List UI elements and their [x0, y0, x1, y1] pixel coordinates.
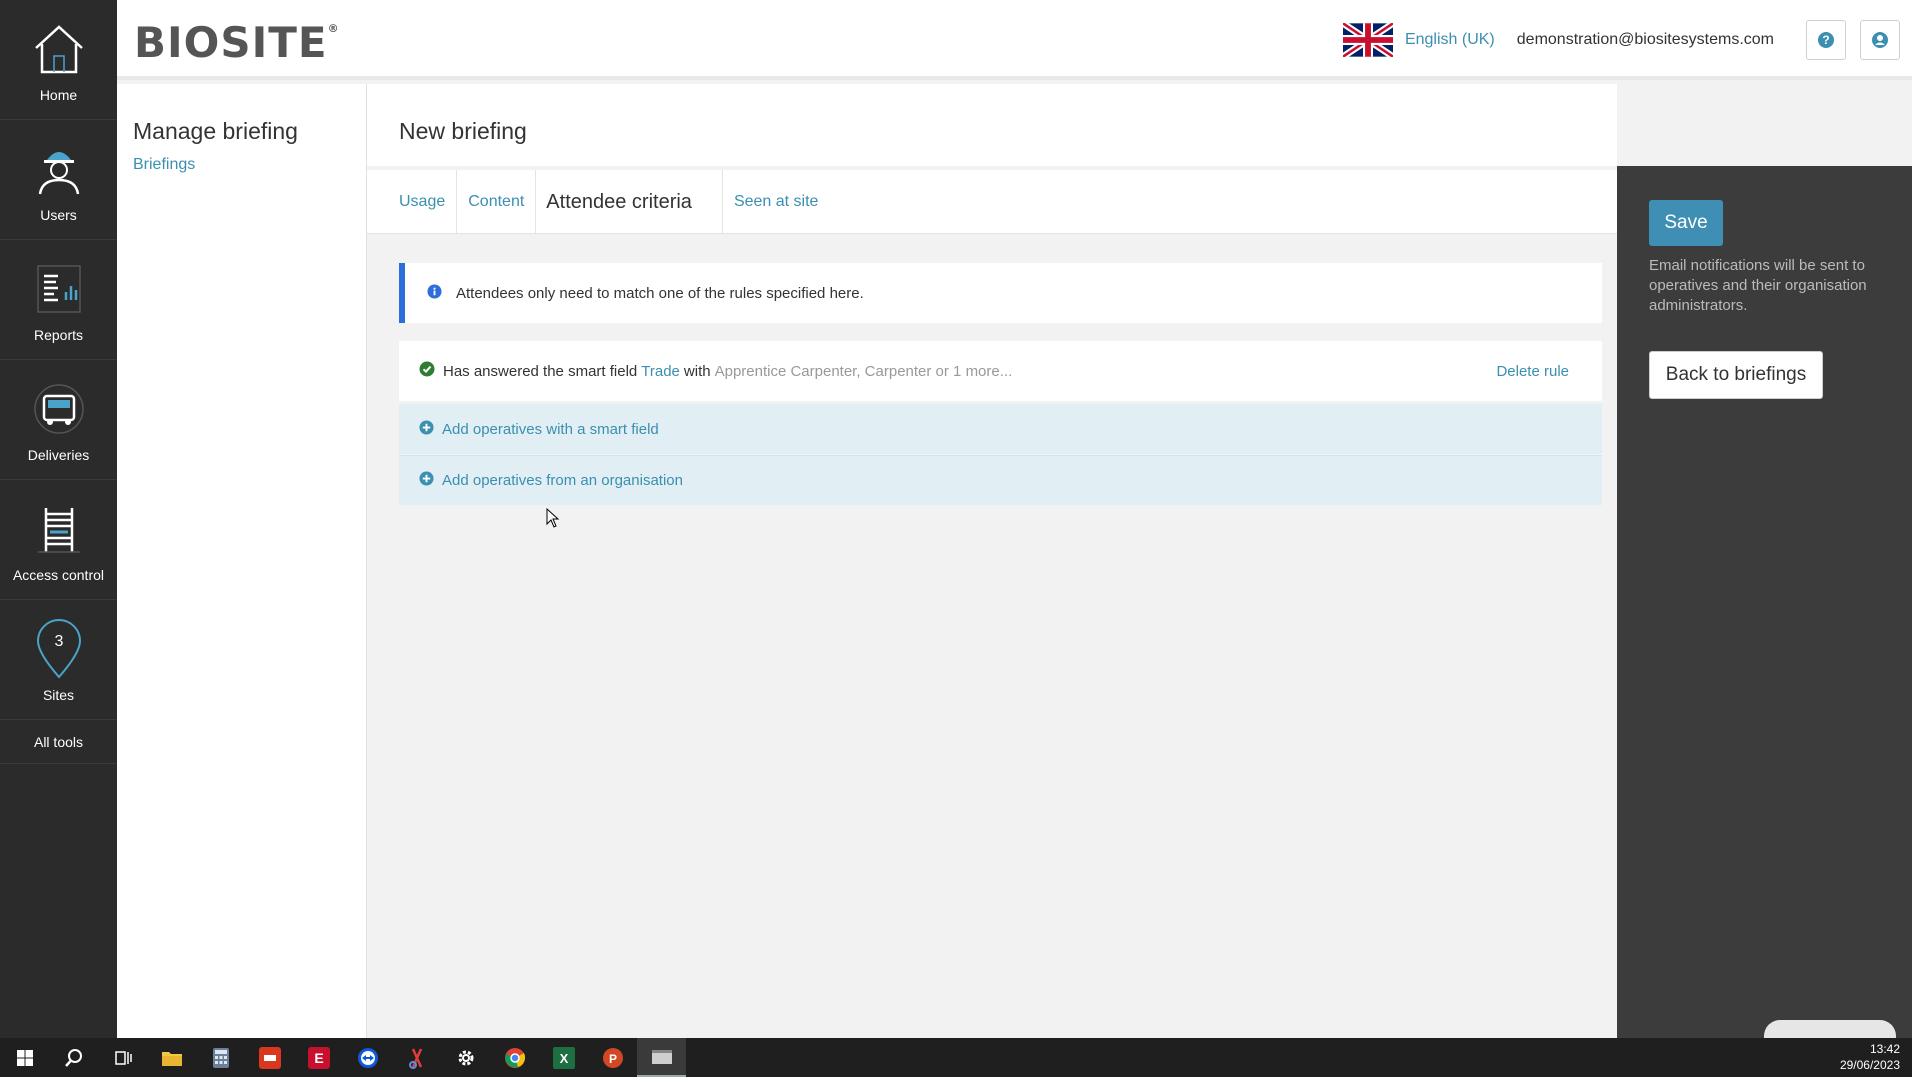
task-view-icon[interactable] — [98, 1038, 147, 1077]
plus-circle-icon — [419, 419, 434, 439]
nav-item-access-control[interactable]: Access control — [0, 480, 117, 600]
user-icon — [1872, 32, 1888, 48]
info-banner: Attendees only need to match one of the … — [399, 263, 1602, 323]
rule-row: Has answered the smart field Trade with … — [399, 341, 1602, 401]
action-panel: Save Email notifications will be sent to… — [1617, 166, 1912, 1040]
left-nav: Home Users Reports Deliveries Access con… — [0, 0, 117, 1038]
svg-text:E: E — [314, 1050, 323, 1066]
rule-with: with — [683, 362, 711, 380]
svg-text:?: ? — [1822, 33, 1829, 47]
reports-icon — [29, 259, 89, 319]
manage-briefing-sidebar: Manage briefing Briefings — [117, 84, 367, 1038]
search-icon[interactable] — [49, 1038, 98, 1077]
windows-start-icon[interactable] — [0, 1038, 49, 1077]
house-icon — [29, 19, 89, 79]
excel-icon[interactable]: X — [539, 1038, 588, 1077]
header-right: English (UK) demonstration@biositesystem… — [1341, 20, 1900, 60]
uk-flag-icon[interactable] — [1341, 20, 1395, 60]
nav-label-users: Users — [40, 207, 77, 223]
nav-item-deliveries[interactable]: Deliveries — [0, 360, 117, 480]
powerpoint-icon[interactable]: P — [588, 1038, 637, 1077]
user-email: demonstration@biositesystems.com — [1516, 31, 1774, 48]
support-widget[interactable] — [1764, 1020, 1896, 1040]
briefings-link[interactable]: Briefings — [133, 156, 195, 174]
tab-content[interactable]: Content — [457, 170, 537, 234]
account-button[interactable] — [1860, 20, 1900, 60]
teamviewer-icon[interactable] — [343, 1038, 392, 1077]
clock-date: 29/06/2023 — [1839, 1058, 1900, 1072]
plus-circle-icon — [419, 471, 434, 490]
nav-all-tools[interactable]: All tools — [0, 720, 117, 764]
file-explorer-icon[interactable] — [147, 1038, 196, 1077]
tab-usage[interactable]: Usage — [367, 170, 458, 234]
chrome-icon[interactable] — [490, 1038, 539, 1077]
info-icon — [427, 283, 442, 303]
nav-label-home: Home — [39, 87, 78, 103]
worker-icon — [29, 139, 89, 199]
active-app-icon[interactable] — [637, 1038, 686, 1077]
page-title: New briefing — [399, 118, 527, 144]
add-organisation-button[interactable]: Add operatives from an organisation — [399, 455, 1602, 505]
nav-item-sites[interactable]: 3 Sites — [0, 600, 117, 720]
clock-time: 13:42 — [1869, 1042, 1900, 1056]
add-smart-field-button[interactable]: Add operatives with a smart field — [399, 404, 1602, 454]
app-e-icon[interactable]: E — [294, 1038, 343, 1077]
rule-field-link[interactable]: Trade — [641, 363, 680, 380]
add-smart-field-label: Add operatives with a smart field — [442, 420, 659, 438]
registered-mark: ® — [327, 22, 340, 35]
map-pin-icon: 3 — [29, 619, 89, 679]
nav-label-deliveries: Deliveries — [27, 447, 90, 463]
tab-attendee-criteria[interactable]: Attendee criteria — [536, 170, 723, 234]
back-to-briefings-button[interactable]: Back to briefings — [1649, 351, 1823, 399]
language-selector[interactable]: English (UK) — [1405, 31, 1495, 49]
truck-icon — [29, 379, 89, 439]
help-icon: ? — [1818, 32, 1834, 48]
nav-label-sites: Sites — [42, 687, 75, 703]
delete-rule-button[interactable]: Delete rule — [1496, 363, 1569, 380]
help-button[interactable]: ? — [1806, 20, 1846, 60]
email-notification-note: Email notifications will be sent to oper… — [1649, 257, 1867, 314]
windows-taskbar: E X P 13:42 29/06/2023 — [0, 1038, 1912, 1077]
nav-label-reports: Reports — [33, 327, 84, 343]
sidebar-title: Manage briefing — [133, 118, 298, 144]
add-organisation-label: Add operatives from an organisation — [442, 472, 683, 489]
briefing-tabs: Usage Content Attendee criteria Seen at … — [367, 170, 1617, 234]
info-text: Attendees only need to match one of the … — [456, 284, 864, 302]
check-circle-icon — [419, 361, 435, 381]
rule-values[interactable]: Apprentice Carpenter, Carpenter or 1 mor… — [715, 363, 1013, 380]
save-button[interactable]: Save — [1649, 200, 1723, 246]
app-red-icon[interactable] — [245, 1038, 294, 1077]
logo-text: BIOSITE — [134, 18, 328, 67]
turnstile-icon — [29, 499, 89, 559]
page-titlebar: New briefing — [367, 84, 1617, 166]
rule-prefix: Has answered the smart field — [443, 362, 638, 380]
top-header: BIOSITE® English (UK) demonstration@bios… — [117, 0, 1912, 80]
mouse-cursor-icon — [546, 507, 560, 533]
nav-item-home[interactable]: Home — [0, 0, 117, 120]
tab-seen-at-site[interactable]: Seen at site — [723, 170, 830, 234]
taskbar-clock[interactable]: 13:42 29/06/2023 — [1840, 1041, 1900, 1073]
nav-item-users[interactable]: Users — [0, 120, 117, 240]
main-content: New briefing Usage Content Attendee crit… — [367, 84, 1617, 1038]
snipping-tool-icon[interactable] — [392, 1038, 441, 1077]
nav-item-reports[interactable]: Reports — [0, 240, 117, 360]
biosite-logo[interactable]: BIOSITE® — [134, 18, 340, 67]
svg-text:P: P — [608, 1052, 616, 1066]
nav-label-access-control: Access control — [12, 567, 105, 583]
svg-text:X: X — [559, 1051, 568, 1066]
calculator-icon[interactable] — [196, 1038, 245, 1077]
settings-gear-icon[interactable] — [441, 1038, 490, 1077]
sites-count-badge: 3 — [54, 633, 63, 650]
